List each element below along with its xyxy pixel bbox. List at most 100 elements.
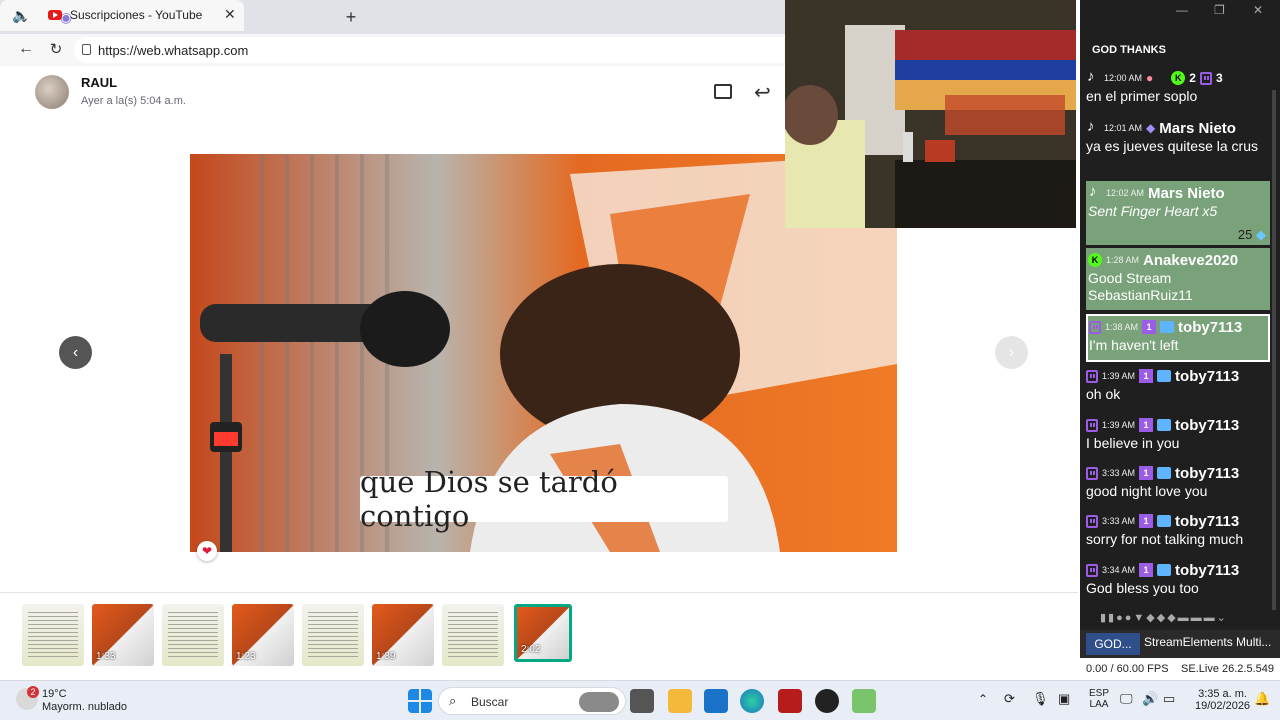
- back-arrow-icon[interactable]: ←: [12, 37, 40, 61]
- chat-message: 1:39 AM 1 toby7113 I believe in you: [1086, 415, 1268, 452]
- clock[interactable]: 3:35 a. m. 19/02/2026: [1195, 688, 1250, 712]
- heart-reaction-icon[interactable]: ❤: [197, 541, 217, 561]
- clock-time: 3:35 a. m.: [1198, 688, 1247, 700]
- message-time: 1:28 AM: [1106, 255, 1140, 265]
- language-indicator[interactable]: ESP LAA: [1089, 688, 1109, 710]
- chat-tab-streamelements[interactable]: StreamElements Multi...: [1144, 635, 1271, 649]
- reload-icon[interactable]: ↻: [42, 37, 70, 61]
- chat-tab-god[interactable]: GOD...: [1086, 633, 1140, 655]
- media-thumbnail-strip: 1:33 1:23 1:39 2:02: [0, 592, 1078, 676]
- sub-badge-icon: 1: [1139, 514, 1154, 528]
- lock-icon[interactable]: [82, 44, 91, 55]
- video-subtitle: que Dios se tardó contigo: [360, 465, 728, 533]
- screen-icon[interactable]: ▣: [1058, 691, 1070, 707]
- app-icon[interactable]: [852, 689, 876, 713]
- message-text: Good Stream SebastianRuiz11: [1088, 270, 1193, 303]
- sub-badge-icon: 1: [1139, 563, 1154, 577]
- reply-icon[interactable]: ↩: [754, 80, 771, 105]
- task-view-icon[interactable]: [630, 689, 654, 713]
- message-time: 12:01 AM: [1104, 123, 1143, 133]
- chat-title: GOD THANKS: [1092, 44, 1166, 56]
- thumbnail-video[interactable]: 1:39: [372, 604, 434, 666]
- search-box[interactable]: ⌕ Buscar: [438, 687, 626, 715]
- fps-readout: 0.00 / 60.00 FPS: [1086, 663, 1169, 675]
- app-icon[interactable]: [778, 689, 802, 713]
- go-to-message-icon[interactable]: [714, 84, 732, 99]
- message-time: 1:39 AM: [1102, 371, 1136, 381]
- notification-icon[interactable]: 🔔: [1254, 691, 1270, 707]
- display-icon[interactable]: 🖵: [1120, 691, 1133, 707]
- tab-title: Suscripciones - YouTube: [70, 8, 203, 22]
- sub-badge-icon: 1: [1139, 418, 1154, 432]
- chat-scrollbar[interactable]: [1272, 90, 1276, 610]
- volume-icon[interactable]: 🔊: [1142, 691, 1158, 707]
- thumbnail-video-selected[interactable]: 2:02: [514, 604, 572, 662]
- version-label: SE.Live 26.2.5.549: [1181, 663, 1274, 675]
- address-bar: ← ↻ https://web.whatsapp.com: [0, 34, 785, 66]
- sync-icon[interactable]: ⟳: [1004, 691, 1015, 707]
- thumbnail-document[interactable]: [22, 604, 84, 666]
- chevron-up-icon[interactable]: ⌃: [978, 692, 988, 706]
- url-field[interactable]: https://web.whatsapp.com: [74, 37, 784, 63]
- close-icon[interactable]: ✕: [224, 6, 236, 23]
- emote-bar[interactable]: ▮▮●●▼◆◆◆▬▬▬⌄: [1100, 611, 1228, 624]
- message-user: toby7113: [1175, 367, 1240, 385]
- video-duration: 1:33: [96, 651, 116, 662]
- edge-icon[interactable]: [740, 689, 764, 713]
- twitch-icon: [1199, 71, 1212, 85]
- chat-message: 3:33 AM 1 toby7113 good night love you: [1086, 463, 1268, 500]
- chat-message: 3:34 AM 1 toby7113 God bless you too: [1086, 560, 1268, 597]
- speaker-icon[interactable]: 🔈: [12, 7, 29, 24]
- search-icon: ⌕: [449, 693, 457, 708]
- video-duration: 1:23: [236, 651, 256, 662]
- bomb-icon: ●: [1146, 71, 1154, 85]
- maximize-icon[interactable]: ❐: [1214, 3, 1225, 17]
- thumbnail-document[interactable]: [302, 604, 364, 666]
- prime-crown-icon: [1157, 515, 1172, 527]
- weather-desc[interactable]: Mayorm. nublado: [42, 701, 127, 713]
- next-arrow-button[interactable]: ›: [995, 336, 1028, 369]
- webcam-overlay: [785, 0, 1076, 228]
- gift-count: 25 ◆: [1237, 227, 1266, 242]
- chat-message: 12:01 AM◆Mars Nieto ya es jueves quitese…: [1086, 118, 1268, 155]
- tiktok-icon: [1086, 118, 1100, 135]
- twitch-icon: [1086, 514, 1098, 528]
- sub-badge-icon: 1: [1139, 466, 1154, 480]
- sender-name: RAUL: [81, 75, 118, 90]
- thumbnail-video[interactable]: 1:23: [232, 604, 294, 666]
- windows-start-icon[interactable]: [408, 689, 432, 713]
- kick-count: 2: [1189, 71, 1196, 85]
- avatar[interactable]: [35, 75, 69, 109]
- prime-crown-icon: [1157, 564, 1172, 576]
- previous-arrow-button[interactable]: ‹: [59, 336, 92, 369]
- store-icon[interactable]: [704, 689, 728, 713]
- message-text: I'm haven't left: [1089, 337, 1179, 353]
- sender-time: Ayer a la(s) 5:04 a.m.: [81, 95, 186, 107]
- file-explorer-icon[interactable]: [668, 689, 692, 713]
- search-label: Buscar: [471, 695, 509, 709]
- status-bar: 0.00 / 60.00 FPS SE.Live 26.2.5.549: [1080, 658, 1280, 680]
- thumbnail-document[interactable]: [162, 604, 224, 666]
- chat-message: 12:00 AM● K2 3 en el primer soplo: [1086, 68, 1268, 105]
- message-user: Mars Nieto: [1148, 184, 1225, 202]
- message-time: 1:39 AM: [1102, 420, 1136, 430]
- window-close-icon[interactable]: ✕: [1253, 3, 1263, 17]
- twitch-icon: [1086, 466, 1098, 480]
- mic-icon[interactable]: 🎙: [1032, 691, 1049, 707]
- new-tab-button[interactable]: +: [337, 5, 365, 29]
- message-time: 3:34 AM: [1102, 565, 1136, 575]
- minimize-icon[interactable]: —: [1176, 3, 1188, 17]
- battery-icon[interactable]: ▭: [1163, 691, 1175, 707]
- thumbnail-document[interactable]: [442, 604, 504, 666]
- tiktok-icon: [1088, 183, 1102, 200]
- message-time: 1:38 AM: [1105, 322, 1139, 332]
- weather-temp[interactable]: 19°C: [42, 688, 67, 700]
- thumbnail-video[interactable]: 1:33: [92, 604, 154, 666]
- prime-crown-icon: [1157, 370, 1172, 382]
- message-user: Anakeve2020: [1143, 251, 1239, 269]
- diamond-icon: ◆: [1146, 121, 1156, 135]
- message-text: en el primer soplo: [1086, 88, 1198, 104]
- chat-message: 3:33 AM 1 toby7113 sorry for not talking m…: [1086, 511, 1268, 548]
- twitch-icon: [1086, 418, 1098, 432]
- obs-icon[interactable]: [815, 689, 839, 713]
